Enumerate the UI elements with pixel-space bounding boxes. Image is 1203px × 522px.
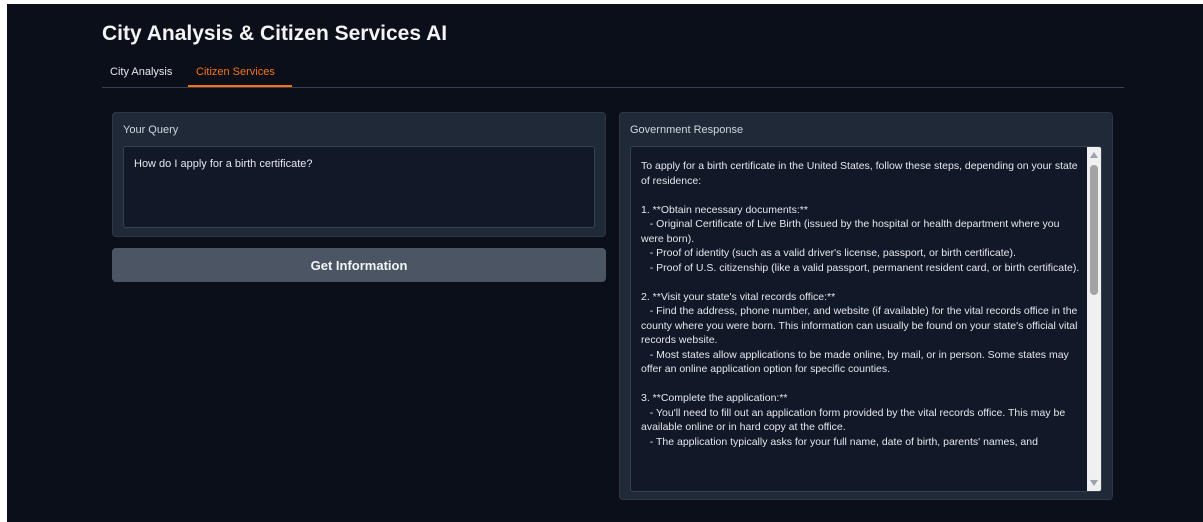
tab-bar: City Analysis Citizen Services xyxy=(102,63,1124,88)
response-label: Government Response xyxy=(630,124,744,136)
app-window: City Analysis & Citizen Services AI City… xyxy=(7,4,1203,522)
scroll-thumb[interactable] xyxy=(1090,165,1098,295)
query-panel: Your Query How do I apply for a birth ce… xyxy=(112,112,606,237)
response-panel: Government Response To apply for a birth… xyxy=(619,112,1113,500)
page-title: City Analysis & Citizen Services AI xyxy=(102,22,448,45)
scroll-down-arrow-icon[interactable] xyxy=(1090,480,1098,486)
query-input[interactable]: How do I apply for a birth certificate? xyxy=(123,146,595,228)
tab-citizen-services[interactable]: Citizen Services xyxy=(188,63,292,87)
query-label: Your Query xyxy=(123,124,179,136)
response-text: To apply for a birth certificate in the … xyxy=(641,160,1080,448)
response-output[interactable]: To apply for a birth certificate in the … xyxy=(630,146,1102,492)
tab-city-analysis[interactable]: City Analysis xyxy=(102,63,188,87)
scroll-up-arrow-icon[interactable] xyxy=(1090,152,1098,158)
response-scrollbar[interactable] xyxy=(1087,147,1101,491)
get-information-button[interactable]: Get Information xyxy=(112,248,606,282)
